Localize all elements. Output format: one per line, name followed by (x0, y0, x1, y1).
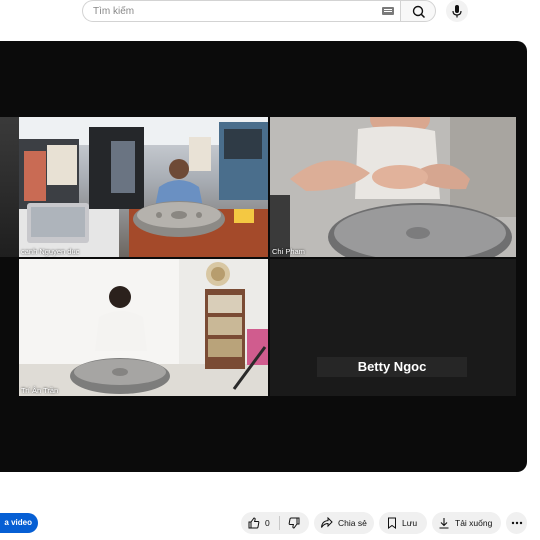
like-count: 0 (265, 518, 270, 528)
participant-1-scene (19, 117, 268, 257)
more-icon (511, 521, 522, 525)
download-button[interactable]: Tải xuống (432, 512, 501, 534)
download-label: Tải xuống (455, 518, 493, 528)
share-label: Chia sẻ (338, 518, 367, 528)
edge-slice (0, 117, 19, 257)
more-actions-button[interactable] (506, 512, 527, 534)
participant-name: Trí Ân Trần (21, 386, 59, 395)
participant-2-scene (270, 117, 516, 257)
search-icon (412, 5, 426, 19)
participant-3-scene (19, 259, 268, 396)
channel-video-button[interactable]: a video (0, 513, 38, 533)
participant-tile-2: Chi Pham (270, 117, 516, 257)
mic-icon (452, 5, 462, 18)
video-player[interactable]: canh Nguyen duc Chi Pham Trí Ân Trần Bet… (0, 41, 527, 472)
participant-display-name: Betty Ngoc (317, 357, 467, 377)
dislike-button[interactable] (280, 512, 309, 534)
download-icon (439, 518, 449, 529)
keyboard-icon[interactable] (382, 7, 394, 15)
participant-tile-3: Trí Ân Trần (19, 259, 268, 396)
voice-search-button[interactable] (446, 0, 468, 22)
participant-tile-1: canh Nguyen duc (19, 117, 268, 257)
like-button[interactable]: 0 (241, 512, 279, 534)
top-bar (0, 0, 540, 26)
bookmark-icon (388, 517, 396, 529)
participant-name: canh Nguyen duc (21, 247, 80, 256)
search-box[interactable] (82, 0, 400, 22)
share-icon (321, 517, 333, 528)
save-label: Lưu (402, 518, 418, 528)
search-button[interactable] (400, 0, 436, 22)
share-button[interactable]: Chia sẻ (314, 512, 374, 534)
save-button[interactable]: Lưu (379, 512, 427, 534)
thumbs-down-icon (289, 517, 300, 529)
thumbs-up-icon (248, 517, 260, 529)
participant-name: Chi Pham (272, 247, 305, 256)
like-dislike-group: 0 (241, 512, 309, 534)
search-input[interactable] (93, 4, 363, 19)
channel-video-label: a video (4, 518, 32, 527)
